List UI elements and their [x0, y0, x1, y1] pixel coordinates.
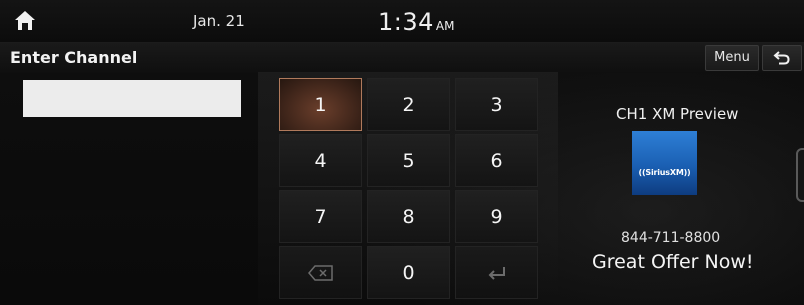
delete-key[interactable]: [279, 246, 362, 299]
clock-time: 1:34: [378, 8, 434, 36]
key-3[interactable]: 3: [455, 78, 538, 131]
key-1[interactable]: 1: [279, 78, 362, 131]
backspace-icon: [307, 265, 333, 281]
key-2[interactable]: 2: [367, 78, 450, 131]
home-button[interactable]: [12, 8, 38, 34]
key-7[interactable]: 7: [279, 190, 362, 243]
key-6[interactable]: 6: [455, 134, 538, 187]
channel-phone: 844-711-8800: [621, 230, 721, 246]
key-9[interactable]: 9: [455, 190, 538, 243]
channel-logo: ((SiriusXM)): [632, 131, 697, 195]
channel-input[interactable]: [23, 80, 241, 117]
logo-text: ((SiriusXM)): [638, 168, 691, 177]
back-button[interactable]: [762, 45, 802, 71]
status-bar: Jan. 21 1:34 AM: [0, 0, 804, 43]
key-4[interactable]: 4: [279, 134, 362, 187]
enter-key[interactable]: [455, 246, 538, 299]
enter-icon: [488, 267, 505, 280]
title-bar: Enter Channel Menu: [0, 43, 804, 73]
key-0[interactable]: 0: [367, 246, 450, 299]
date: Jan. 21: [193, 12, 245, 30]
page-title: Enter Channel: [10, 48, 138, 67]
channel-offer: Great Offer Now!: [592, 251, 754, 273]
side-panel-handle[interactable]: [796, 148, 804, 202]
back-arrow-icon: [773, 51, 790, 65]
menu-button[interactable]: Menu: [705, 45, 759, 71]
home-icon: [15, 11, 35, 30]
screen: Jan. 21 1:34 AM Enter Channel Menu 1 2 3 …: [0, 0, 804, 305]
clock: 1:34 AM: [378, 8, 454, 36]
key-8[interactable]: 8: [367, 190, 450, 243]
clock-ampm: AM: [435, 19, 455, 33]
channel-name: CH1 XM Preview: [616, 105, 739, 123]
key-5[interactable]: 5: [367, 134, 450, 187]
